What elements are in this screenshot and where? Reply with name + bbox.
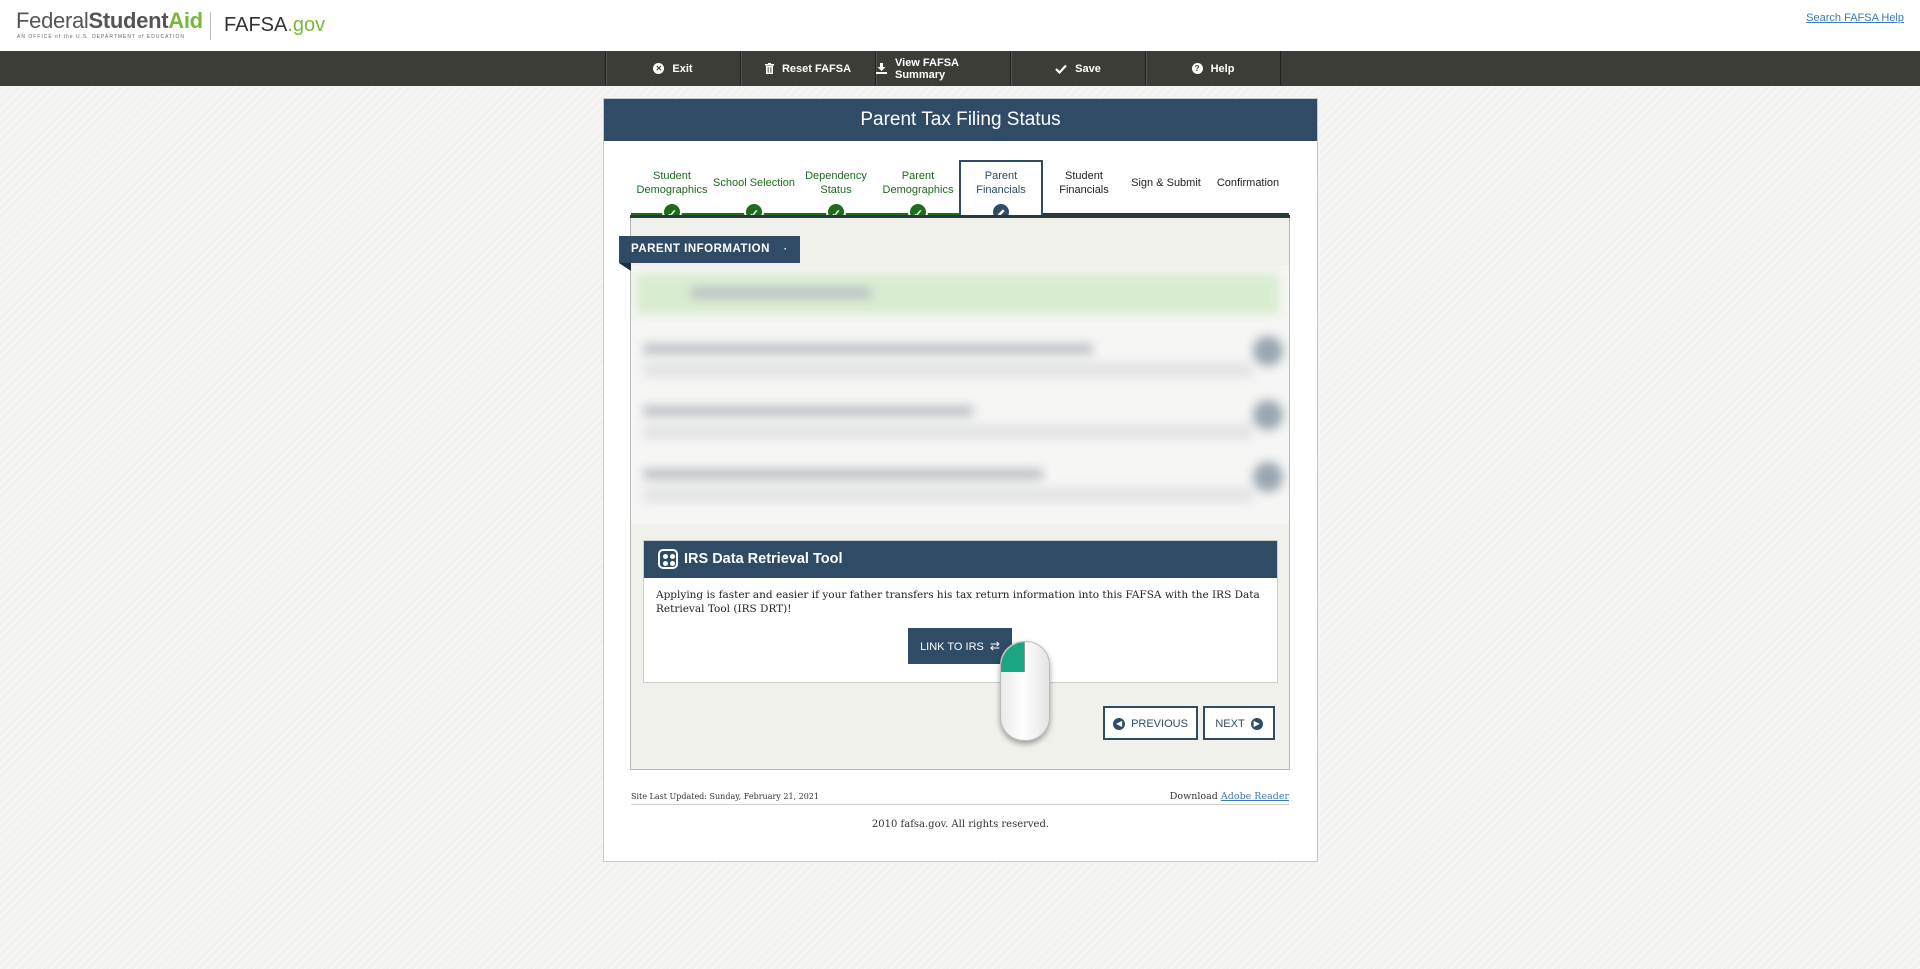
step-label: Sign & Submit [1131, 177, 1201, 189]
summary-label: View FAFSA Summary [895, 56, 959, 81]
search-fafsa-help-link[interactable]: Search FAFSA Help [1806, 12, 1904, 24]
step-label: Student Financials [1059, 170, 1109, 196]
logo-divider [210, 12, 211, 40]
view-summary-button[interactable]: View FAFSA Summary [876, 51, 1011, 86]
step-label: School Selection [713, 177, 795, 189]
reset-fafsa-button[interactable]: Reset FAFSA [741, 51, 876, 86]
step-school-selection[interactable]: School Selection ✓ [713, 162, 795, 222]
progress-tracker: Student Demographics ✓ School Selection … [631, 160, 1289, 222]
arrow-right-icon: ▶ [1250, 718, 1263, 731]
step-parent-financials[interactable]: Parent Financials [959, 160, 1043, 222]
arrow-left-icon: ◀ [1113, 718, 1126, 731]
step-sign-submit[interactable]: Sign & Submit [1125, 162, 1207, 217]
footer-divider [631, 804, 1289, 805]
step-confirmation[interactable]: Confirmation [1207, 162, 1289, 217]
blurred-form-content [631, 266, 1289, 524]
step-label: Dependency Status [805, 170, 867, 196]
logo-student: Student [88, 8, 169, 33]
swap-icon: ⇄ [989, 639, 1000, 653]
step-label: Student Demographics [636, 170, 708, 196]
save-label: Save [1075, 62, 1101, 75]
mouse-click-indicator-icon [1000, 641, 1050, 741]
checkmark-icon [1055, 64, 1067, 74]
step-label: Parent Demographics [882, 170, 954, 196]
logo-federal: Federal [16, 8, 89, 33]
link-to-irs-button[interactable]: LINK TO IRS ⇄ [908, 628, 1012, 664]
main-card: Parent Tax Filing Status Student Demogra… [603, 98, 1318, 862]
help-button[interactable]: ? Help [1146, 51, 1281, 86]
previous-button[interactable]: ◀ PREVIOUS [1103, 706, 1198, 740]
section-tab-parent-information: PARENT INFORMATION · [619, 236, 800, 263]
trash-icon [764, 63, 774, 74]
step-parent-demographics[interactable]: Parent Demographics ✓ [877, 162, 959, 222]
help-label: Help [1210, 62, 1235, 75]
step-student-financials[interactable]: Student Financials [1043, 162, 1125, 217]
adobe-reader-link[interactable]: Adobe Reader [1221, 791, 1289, 802]
close-circle-icon: ✕ [653, 63, 665, 74]
site-last-updated: Site Last Updated: Sunday, February 21, … [631, 792, 819, 801]
step-student-demographics[interactable]: Student Demographics ✓ [631, 162, 713, 222]
download-adobe-reader: Download Adobe Reader [1169, 791, 1289, 802]
logo-aid: Aid [168, 8, 203, 33]
reset-label: Reset FAFSA [781, 62, 852, 75]
logo-subtitle: AN OFFICE of the U.S. DEPARTMENT of EDUC… [17, 34, 185, 40]
page-title: Parent Tax Filing Status [604, 99, 1317, 141]
save-button[interactable]: Save [1011, 51, 1146, 86]
irs-data-retrieval-box: IRS Data Retrieval Tool Applying is fast… [643, 540, 1278, 683]
next-button[interactable]: NEXT ▶ [1203, 706, 1275, 740]
site-header: FederalStudentAid AN OFFICE of the U.S. … [0, 0, 1920, 51]
question-circle-icon: ? [1191, 63, 1203, 74]
irs-tool-icon [658, 549, 678, 569]
irs-tool-description: Applying is faster and easier if your fa… [656, 589, 1260, 615]
fafsa-gov-logo: FAFSA.gov [224, 14, 326, 36]
step-label: Confirmation [1216, 177, 1280, 189]
top-toolbar: ✕ Exit Reset FAFSA View FAFSA Summary Sa… [0, 51, 1920, 86]
download-icon [876, 63, 887, 74]
federal-student-aid-logo[interactable]: FederalStudentAid AN OFFICE of the U.S. … [16, 8, 325, 44]
irs-tool-title: IRS Data Retrieval Tool [684, 551, 843, 567]
exit-button[interactable]: ✕ Exit [606, 51, 741, 86]
step-dependency-status[interactable]: Dependency Status ✓ [795, 162, 877, 222]
irs-tool-header: IRS Data Retrieval Tool [644, 541, 1277, 578]
form-panel: PARENT INFORMATION · IRS Data Retrieval T… [619, 215, 1290, 770]
exit-label: Exit [672, 62, 693, 75]
step-label: Parent Financials [976, 170, 1026, 196]
copyright: 2010 fafsa.gov. All rights reserved. [871, 819, 1050, 830]
